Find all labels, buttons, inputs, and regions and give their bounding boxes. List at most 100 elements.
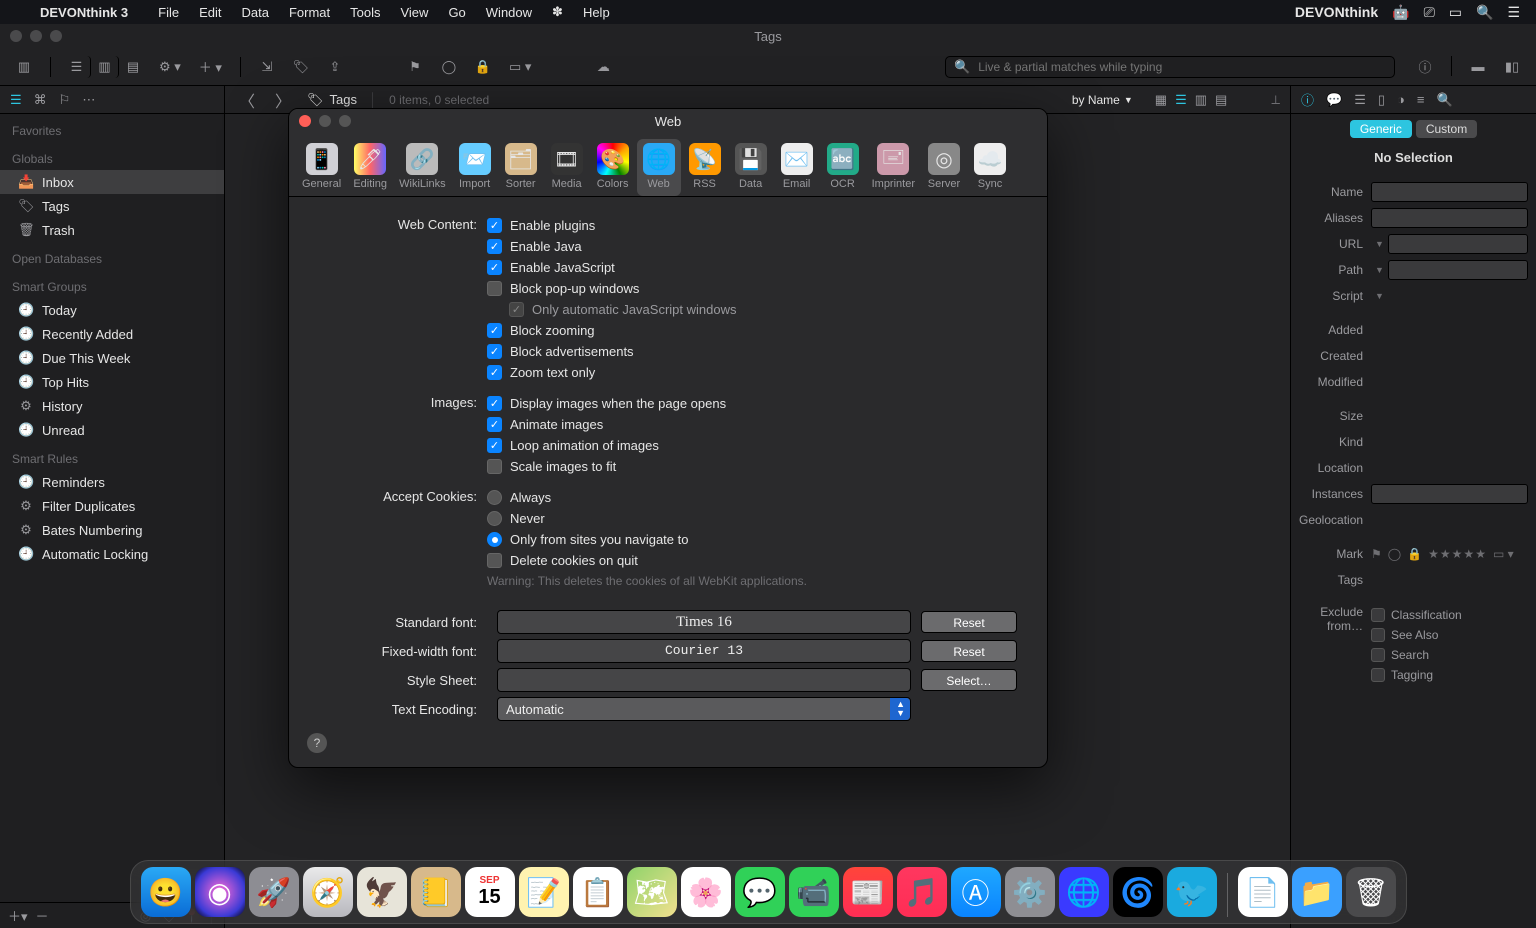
dock-document[interactable]: 📄 — [1238, 867, 1288, 917]
dock-maps[interactable]: 🗺 — [627, 867, 677, 917]
sidebar-item[interactable]: 🕘Unread — [0, 418, 224, 442]
sidebar-item[interactable]: 🕘Top Hits — [0, 370, 224, 394]
sidebar-item[interactable]: ⚙Filter Duplicates — [0, 494, 224, 518]
pref-tab-editing[interactable]: 🖊Editing — [348, 139, 392, 196]
checkbox[interactable]: ✓ — [487, 239, 502, 254]
dock-safari[interactable]: 🧭 — [303, 867, 353, 917]
dock-notes[interactable]: 📝 — [519, 867, 569, 917]
field-name[interactable] — [1371, 182, 1528, 202]
cloud-button[interactable]: ☁︎ — [589, 56, 617, 78]
pref-tab-email[interactable]: ✉️Email — [775, 139, 819, 196]
checkbox[interactable]: ✓ — [487, 365, 502, 380]
flag-icon[interactable]: ⚑ — [1371, 547, 1382, 561]
link-icon[interactable]: ⌘ — [34, 92, 47, 108]
insp-doc-icon[interactable]: ▯ — [1378, 92, 1385, 108]
pref-tab-sync[interactable]: ☁️Sync — [968, 139, 1012, 196]
zoom-icon[interactable] — [339, 115, 351, 127]
field-instances[interactable] — [1371, 484, 1528, 504]
pref-tab-ocr[interactable]: 🔤OCR — [821, 139, 865, 196]
cover-view-icon[interactable]: ▤ — [1215, 92, 1227, 108]
inspector-toggle-button[interactable]: ▮▯ — [1498, 56, 1526, 78]
zoom-icon[interactable] — [50, 30, 62, 42]
search-field[interactable]: 🔍 — [945, 56, 1395, 78]
breadcrumb[interactable]: 🏷 Tags — [307, 92, 357, 108]
dock-appstore[interactable]: Ⓐ — [951, 867, 1001, 917]
dock-downloads[interactable]: 📁 — [1292, 867, 1342, 917]
checkbox[interactable]: ✓ — [487, 344, 502, 359]
dock-messages[interactable]: 💬 — [735, 867, 785, 917]
label-chip[interactable]: ▭ ▾ — [1493, 547, 1514, 561]
dock-mail[interactable]: 🦅 — [357, 867, 407, 917]
dock-launchpad[interactable]: 🚀 — [249, 867, 299, 917]
checkbox[interactable] — [487, 281, 502, 296]
menu-script[interactable]: ✽ — [542, 4, 573, 20]
checkbox[interactable]: ✓ — [487, 396, 502, 411]
checkbox[interactable]: ✓ — [487, 438, 502, 453]
dock-devonthink[interactable]: 🌀 — [1113, 867, 1163, 917]
ruler-icon[interactable]: ⟂ — [1271, 92, 1280, 108]
list-icon[interactable]: ☰ — [10, 92, 22, 108]
menu-view[interactable]: View — [390, 5, 438, 20]
view-split-button[interactable]: ▤ — [119, 56, 147, 78]
encoding-select[interactable]: Automatic ▲▼ — [497, 697, 911, 721]
insp-info-icon[interactable]: ⓘ — [1301, 90, 1314, 109]
select-stylesheet-button[interactable]: Select… — [921, 669, 1017, 691]
lock-button[interactable]: 🔒 — [469, 56, 497, 78]
menu-go[interactable]: Go — [438, 5, 475, 20]
field-path[interactable] — [1388, 260, 1528, 280]
help-button[interactable]: ? — [307, 733, 327, 753]
menu-file[interactable]: File — [148, 5, 189, 20]
radio[interactable] — [487, 532, 502, 547]
sidebar-item[interactable]: ⚙History — [0, 394, 224, 418]
pref-tab-colors[interactable]: 🎨Colors — [591, 139, 635, 196]
insp-annot-icon[interactable]: 💬 — [1326, 92, 1342, 108]
pref-tab-general[interactable]: 📱General — [297, 139, 346, 196]
dock-app-globe[interactable]: 🌐 — [1059, 867, 1109, 917]
pref-tab-server[interactable]: ◎Server — [922, 139, 966, 196]
insp-concord-icon[interactable]: ◑ — [1397, 92, 1405, 107]
column-view-icon[interactable]: ▥ — [1195, 92, 1207, 108]
insp-list-icon[interactable]: ≡ — [1417, 92, 1425, 107]
circle-icon[interactable]: ◯ — [1388, 547, 1401, 561]
sidebar-item[interactable]: 🕘Automatic Locking — [0, 542, 224, 566]
grid-view-icon[interactable]: ▦ — [1155, 92, 1167, 108]
pref-tab-data[interactable]: 💾Data — [729, 139, 773, 196]
forward-button[interactable]: 〉 — [271, 88, 295, 112]
tag-button[interactable]: 🏷 — [287, 56, 315, 78]
standard-font-field[interactable]: Times 16 — [497, 610, 911, 634]
sidebar-item[interactable]: 🕘Recently Added — [0, 322, 224, 346]
checkbox[interactable]: ✓ — [487, 323, 502, 338]
dock-trash[interactable]: 🗑 — [1346, 867, 1396, 917]
chevron-down-icon[interactable]: ▼ — [1371, 291, 1388, 301]
dock-photos[interactable]: 🌸 — [681, 867, 731, 917]
stylesheet-field[interactable] — [497, 668, 911, 692]
pref-tab-imprinter[interactable]: 🖃Imprinter — [867, 139, 920, 196]
label-menu-button[interactable]: ▭ ▾ — [503, 56, 537, 78]
add-menu-button[interactable]: ＋ ▾ — [193, 56, 228, 78]
pref-tab-import[interactable]: 📨Import — [453, 139, 497, 196]
menu-data[interactable]: Data — [231, 5, 278, 20]
dock-finder[interactable]: 😀 — [141, 867, 191, 917]
field-aliases[interactable] — [1371, 208, 1528, 228]
view-list-button[interactable]: ☰ — [63, 56, 91, 78]
field-url[interactable] — [1388, 234, 1528, 254]
radio[interactable] — [487, 490, 502, 505]
checkbox[interactable]: ✓ — [487, 417, 502, 432]
checkbox[interactable] — [487, 459, 502, 474]
list-view-icon[interactable]: ☰ — [1175, 92, 1187, 108]
menu-tools[interactable]: Tools — [340, 5, 390, 20]
sidebar-item[interactable]: 🗑Trash — [0, 218, 224, 242]
more-icon[interactable]: ⋯ — [82, 92, 95, 108]
menu-format[interactable]: Format — [279, 5, 340, 20]
flag2-icon[interactable]: ⚐ — [59, 92, 71, 108]
sidebar-item[interactable]: 🏷Tags — [0, 194, 224, 218]
checkbox[interactable]: ✓ — [487, 260, 502, 275]
dock-music[interactable]: 🎵 — [897, 867, 947, 917]
reset-fixed-button[interactable]: Reset — [921, 640, 1017, 662]
unread-button[interactable]: ◯ — [435, 56, 463, 78]
insp-toc-icon[interactable]: ☰ — [1354, 92, 1366, 108]
menu-window[interactable]: Window — [476, 5, 542, 20]
rating-stars[interactable]: ★★★★★ — [1428, 547, 1487, 561]
lock-icon[interactable]: 🔒 — [1407, 547, 1422, 561]
dock-facetime[interactable]: 📹 — [789, 867, 839, 917]
